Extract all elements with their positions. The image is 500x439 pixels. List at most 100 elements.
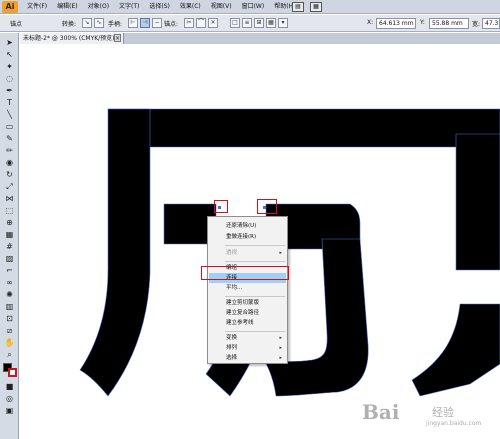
menu-type[interactable]: 文字(T) xyxy=(114,0,144,14)
annotation-highlight-box xyxy=(201,266,289,280)
document-tab-title: 未标题-2* @ 300% (CMYK/预览) xyxy=(23,35,115,42)
remove-anchor-points-icon[interactable]: ✂ xyxy=(184,18,194,28)
symbol-sprayer-tool-icon[interactable]: ✺ xyxy=(4,289,15,300)
distribute-icon[interactable]: ⊞ xyxy=(254,18,264,28)
menu-item-label: 排列 xyxy=(226,345,238,351)
close-tab-icon[interactable]: × xyxy=(114,34,121,42)
menu-items: 文件(F) 编辑(E) 对象(O) 文字(T) 选择(S) 效果(C) 视图(V… xyxy=(22,0,300,14)
arrange-documents-icon[interactable]: ▦ xyxy=(310,2,322,12)
menu-item-undo-clear[interactable]: 还原清除(U) xyxy=(209,221,286,231)
y-label: Y: xyxy=(420,19,425,26)
direct-selection-tool-icon[interactable]: ↖ xyxy=(4,49,15,60)
draw-mode-icon[interactable]: ◎ xyxy=(4,393,15,404)
stroke-color-swatch[interactable] xyxy=(8,368,17,377)
submenu-arrow-icon: ▸ xyxy=(279,345,282,351)
transform-icon[interactable]: ▦ xyxy=(266,18,276,28)
show-handles-icon[interactable]: ⊢ xyxy=(128,18,138,28)
selection-tool-icon[interactable]: ➤ xyxy=(4,37,15,48)
menu-item-make-compound-path[interactable]: 建立复合路径 xyxy=(209,308,286,318)
scale-tool-icon[interactable]: ⤢ xyxy=(4,181,15,192)
control-bar: 锚点 转换: ↘ ∿ 手柄: ⊢ ⊣ − 锚点: ✂ ⌒ ✕ □ ≡ ⊞ ▦ ▾… xyxy=(0,15,500,32)
watermark-url: jingyan.baidu.com xyxy=(426,420,482,427)
menu-item-label: 建立剪切蒙版 xyxy=(226,300,260,306)
mesh-tool-icon[interactable]: # xyxy=(4,241,15,252)
watermark: Bai 经验 jingyan.baidu.com xyxy=(346,400,496,430)
cut-path-icon[interactable]: ✕ xyxy=(208,18,218,28)
menu-separator xyxy=(225,245,285,246)
magic-wand-tool-icon[interactable]: ✦ xyxy=(4,61,15,72)
submenu-arrow-icon: ▸ xyxy=(279,250,282,256)
menu-separator xyxy=(225,331,285,332)
column-graph-tool-icon[interactable]: ▥ xyxy=(4,301,15,312)
menu-window[interactable]: 窗口(W) xyxy=(237,0,270,14)
remove-anchor-icon[interactable]: − xyxy=(152,18,162,28)
type-tool-icon[interactable]: T xyxy=(4,97,15,108)
shape-builder-tool-icon[interactable]: ⊕ xyxy=(4,217,15,228)
menu-item-make-guides[interactable]: 建立参考线 xyxy=(209,318,286,328)
menu-item-average[interactable]: 平均... xyxy=(209,283,286,293)
menu-separator xyxy=(225,296,285,297)
document-tab[interactable]: 未标题-2* @ 300% (CMYK/预览) × xyxy=(20,33,124,44)
line-tool-icon[interactable]: ╲ xyxy=(4,109,15,120)
eyedropper-tool-icon[interactable]: ⌐ xyxy=(4,265,15,276)
menu-item-label: 选择 xyxy=(226,355,238,361)
anchor-points-label: 锚点: xyxy=(164,21,179,28)
perspective-grid-tool-icon[interactable]: ▦ xyxy=(4,229,15,240)
selected-anchor-right[interactable] xyxy=(257,199,277,214)
menu-item-label: 重做连接(R) xyxy=(226,234,257,240)
menu-item-label: 透视 xyxy=(226,250,238,256)
color-mode-icon[interactable]: ■ xyxy=(4,381,15,392)
watermark-brand: Bai xyxy=(362,400,400,424)
glyph-right-lower xyxy=(411,303,500,397)
menu-edit[interactable]: 编辑(E) xyxy=(52,0,82,14)
free-transform-tool-icon[interactable]: ⬚ xyxy=(4,205,15,216)
hide-handles-icon[interactable]: ⊣ xyxy=(140,18,150,28)
connect-anchor-points-icon[interactable]: ⌒ xyxy=(196,18,206,28)
selected-anchor-left[interactable] xyxy=(214,200,228,213)
glyph-top-bar xyxy=(107,108,500,148)
y-field[interactable]: 55.88 mm xyxy=(429,18,469,29)
isolate-object-icon[interactable]: □ xyxy=(230,18,240,28)
menu-item-label: 变换 xyxy=(226,335,238,341)
menu-file[interactable]: 文件(F) xyxy=(22,0,52,14)
rotate-tool-icon[interactable]: ↻ xyxy=(4,169,15,180)
rectangle-tool-icon[interactable]: ▭ xyxy=(4,121,15,132)
submenu-arrow-icon: ▸ xyxy=(279,355,282,361)
menu-item-perspective[interactable]: 透视 ▸ xyxy=(209,248,286,258)
menu-select[interactable]: 选择(S) xyxy=(144,0,175,14)
submenu-arrow-icon: ▸ xyxy=(279,335,282,341)
more-options-icon[interactable]: ▾ xyxy=(278,18,288,28)
menu-separator xyxy=(225,261,285,262)
screen-mode-icon[interactable]: ▣ xyxy=(4,405,15,416)
slice-tool-icon[interactable]: ⧄ xyxy=(4,325,15,336)
convert-to-corner-icon[interactable]: ↘ xyxy=(82,18,92,28)
width-tool-icon[interactable]: ⋈ xyxy=(4,193,15,204)
align-icon[interactable]: ≡ xyxy=(242,18,252,28)
artboard-tool-icon[interactable]: ⊡ xyxy=(4,313,15,324)
bridge-icon[interactable]: ▤ xyxy=(292,2,304,12)
menu-object[interactable]: 对象(O) xyxy=(83,0,114,14)
pencil-tool-icon[interactable]: ✏ xyxy=(4,145,15,156)
illustrator-logo: Ai xyxy=(2,1,18,13)
lasso-tool-icon[interactable]: ◌ xyxy=(4,73,15,84)
paintbrush-tool-icon[interactable]: ✎ xyxy=(4,133,15,144)
hand-tool-icon[interactable]: ✋ xyxy=(4,337,15,348)
menu-item-transform[interactable]: 变换 ▸ xyxy=(209,333,286,343)
menu-effect[interactable]: 效果(C) xyxy=(175,0,206,14)
gradient-tool-icon[interactable]: ▨ xyxy=(4,253,15,264)
menu-item-select[interactable]: 选择 ▸ xyxy=(209,353,286,363)
blend-tool-icon[interactable]: ∞ xyxy=(4,277,15,288)
menu-view[interactable]: 视图(V) xyxy=(206,0,237,14)
menu-item-make-clipping-mask[interactable]: 建立剪切蒙版 xyxy=(209,298,286,308)
menu-item-label: 建立复合路径 xyxy=(226,310,260,316)
context-menu: 还原清除(U) 重做连接(R) 透视 ▸ 编组 连接 平均... 建立剪切蒙版 建… xyxy=(207,216,288,364)
w-field[interactable]: 47.3 xyxy=(482,18,500,29)
convert-to-smooth-icon[interactable]: ∿ xyxy=(94,18,104,28)
pen-tool-icon[interactable]: ✒ xyxy=(4,85,15,96)
zoom-tool-icon[interactable]: ⌕ xyxy=(4,349,15,360)
x-field[interactable]: 64.613 mm xyxy=(376,18,416,29)
x-label: X: xyxy=(367,19,374,26)
menu-item-arrange[interactable]: 排列 ▸ xyxy=(209,343,286,353)
blob-brush-tool-icon[interactable]: ◉ xyxy=(4,157,15,168)
menu-item-redo-join[interactable]: 重做连接(R) xyxy=(209,232,286,242)
